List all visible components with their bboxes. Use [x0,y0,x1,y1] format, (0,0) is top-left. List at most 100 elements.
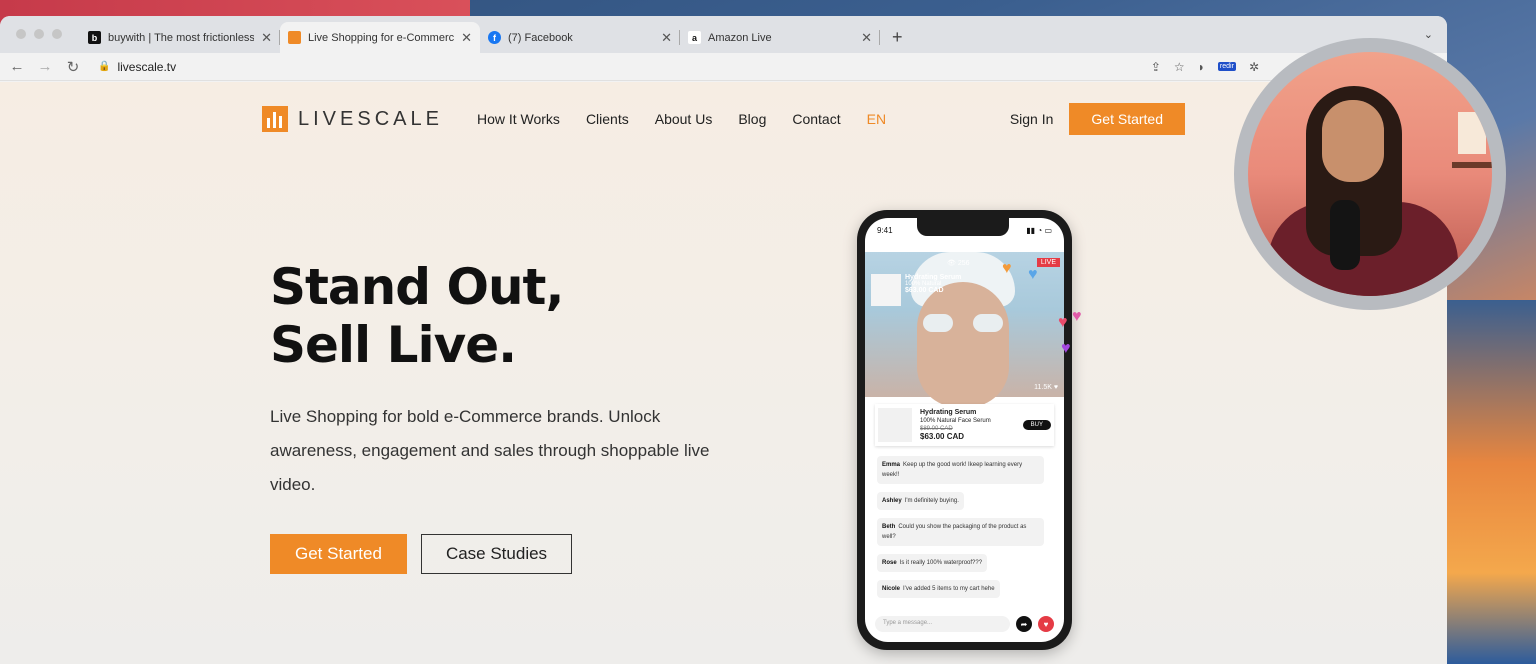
product-info: Hydrating Serum 100% Natural Face Serum … [920,409,1015,442]
chat-message: Nicole I've added 5 items to my cart hehe [877,580,1000,598]
logo-text: LIVESCALE [298,107,443,130]
close-tab-icon[interactable]: ✕ [261,30,272,46]
minimize-window-button[interactable] [34,29,44,39]
close-tab-icon[interactable]: ✕ [461,30,472,46]
nav-actions: Sign In Get Started [1010,103,1185,135]
video-product-overlay[interactable]: Hydrating Serum 100% Natural $63.00 CAD [871,274,961,306]
share-icon[interactable]: ⇪ [1151,60,1161,74]
floating-heart-icon: ♥ [1028,266,1038,283]
livescale-logo-icon [262,106,288,132]
tab-bar: b buywith | The most frictionless ✕ Live… [0,16,1447,53]
serum-bottle-icon [878,408,912,442]
window-controls [16,29,62,39]
product-desc: 100% Natural Face Serum [920,417,991,424]
buy-button[interactable]: BUY [1022,420,1051,430]
signal-battery-icon: ▮▮ ◔ ▭ [1026,226,1052,235]
product-name: Hydrating Serum [920,408,977,416]
get-started-nav-button[interactable]: Get Started [1069,103,1185,135]
livescale-favicon-icon [288,31,301,44]
chat-message: Emma Keep up the good work! Ikeep learnin… [877,456,1044,484]
share-arrow-icon[interactable]: ➦ [1016,616,1032,632]
eye-patch [923,314,953,332]
sign-in-link[interactable]: Sign In [1010,111,1054,127]
nav-contact[interactable]: Contact [792,111,840,127]
hero-cta-group: Get Started Case Studies [270,534,573,574]
hero-title: Stand Out, Sell Live. [270,258,564,374]
back-arrow-icon[interactable]: ← [8,58,26,75]
tab-separator [879,30,880,45]
tab-title: (7) Facebook [508,31,573,44]
microphone-icon [1330,200,1360,270]
webcam-overlay [1234,38,1506,310]
chat-input-row: Type a message... ➦ ♥ [875,616,1054,632]
reload-icon[interactable]: ↻ [64,58,82,76]
redir-extension-icon[interactable]: redir [1217,62,1236,71]
hero-subtitle: Live Shopping for bold e-Commerce brands… [270,407,710,494]
nav-blog[interactable]: Blog [738,111,766,127]
hero-title-line1: Stand Out, [270,258,564,316]
chat-message: Rose Is it really 100% waterproof??? [877,554,988,572]
heart-icon[interactable]: ♥ [1038,616,1054,632]
tab-title: Amazon Live [708,31,772,44]
tab-livescale[interactable]: Live Shopping for e-Commerce ✕ [280,22,480,53]
buywith-favicon-icon: b [88,31,101,44]
close-tab-icon[interactable]: ✕ [861,30,872,46]
floating-heart-icon: ♥ [1061,340,1071,357]
livescale-page: LIVESCALE How It Works Clients About Us … [0,82,1447,664]
main-menu: How It Works Clients About Us Blog Conta… [477,111,886,127]
site-nav: LIVESCALE How It Works Clients About Us … [262,102,1185,136]
chat-message: Ashley I'm definitely buying. [877,492,964,510]
background-shelf [1452,162,1492,168]
bookmark-star-icon[interactable]: ☆ [1174,60,1185,74]
product-price: $63.00 CAD [920,431,965,441]
phone-mockup: 9:41 ▮▮ ◔ ▭ 👁 256 LIVE Hydrating Serum 1… [857,210,1072,650]
tab-facebook[interactable]: f (7) Facebook ✕ [480,22,680,53]
floating-heart-icon: ♥ [1072,308,1082,325]
wallpaper-accent-right [1436,300,1536,664]
get-started-hero-button[interactable]: Get Started [270,534,407,574]
browser-toolbar: ← → ↻ 🔒 livescale.tv ⇪ ☆ ◗ redir ✲ [0,53,1447,81]
floating-heart-icon: ♥ [1058,314,1068,331]
amazon-favicon-icon: a [688,31,701,44]
nav-clients[interactable]: Clients [586,111,629,127]
extension-shield-icon[interactable]: ◗ [1198,60,1205,74]
webcam-feed [1248,52,1492,296]
overlay-product-name: Hydrating Serum [905,274,962,281]
extensions-puzzle-icon[interactable]: ✲ [1249,60,1259,74]
close-window-button[interactable] [16,29,26,39]
close-tab-icon[interactable]: ✕ [661,30,672,46]
zoom-window-button[interactable] [52,29,62,39]
lock-icon: 🔒 [98,61,111,72]
nav-how-it-works[interactable]: How It Works [477,111,560,127]
case-studies-button[interactable]: Case Studies [420,534,573,574]
forward-arrow-icon[interactable]: → [36,58,54,75]
url-text: livescale.tv [117,59,177,74]
viewer-count: 👁 256 [947,260,970,267]
serum-bottle-icon [871,274,901,306]
tab-buywith[interactable]: b buywith | The most frictionless ✕ [80,22,280,53]
facebook-favicon-icon: f [488,31,501,44]
chat-message-input[interactable]: Type a message... [875,616,1010,632]
overlay-product-price: $63.00 CAD [905,287,944,294]
hero-title-line2: Sell Live. [270,316,517,374]
livescale-logo[interactable]: LIVESCALE [262,106,443,132]
nav-about-us[interactable]: About Us [655,111,713,127]
tab-search-chevron-icon[interactable]: ⌄ [1424,28,1433,41]
live-chat: Emma Keep up the good work! Ikeep learnin… [877,456,1044,598]
language-selector[interactable]: EN [867,111,886,127]
product-card[interactable]: Hydrating Serum 100% Natural Face Serum … [875,404,1054,446]
tab-amazon-live[interactable]: a Amazon Live ✕ [680,22,880,53]
tab-strip: b buywith | The most frictionless ✕ Live… [80,22,915,53]
tab-title: buywith | The most frictionless [108,31,255,44]
live-badge: LIVE [1036,258,1060,267]
new-tab-button[interactable]: + [880,22,915,53]
phone-time: 9:41 [877,226,893,235]
floating-heart-icon: ♥ [1002,260,1012,277]
toolbar-actions: ⇪ ☆ ◗ redir ✲ [1151,60,1259,74]
eye-patch [973,314,1003,332]
presenter-face [1322,100,1384,182]
phone-notch [917,218,1009,236]
address-bar[interactable]: 🔒 livescale.tv [92,55,1141,78]
browser-window: b buywith | The most frictionless ✕ Live… [0,16,1447,664]
background-note [1458,112,1486,154]
